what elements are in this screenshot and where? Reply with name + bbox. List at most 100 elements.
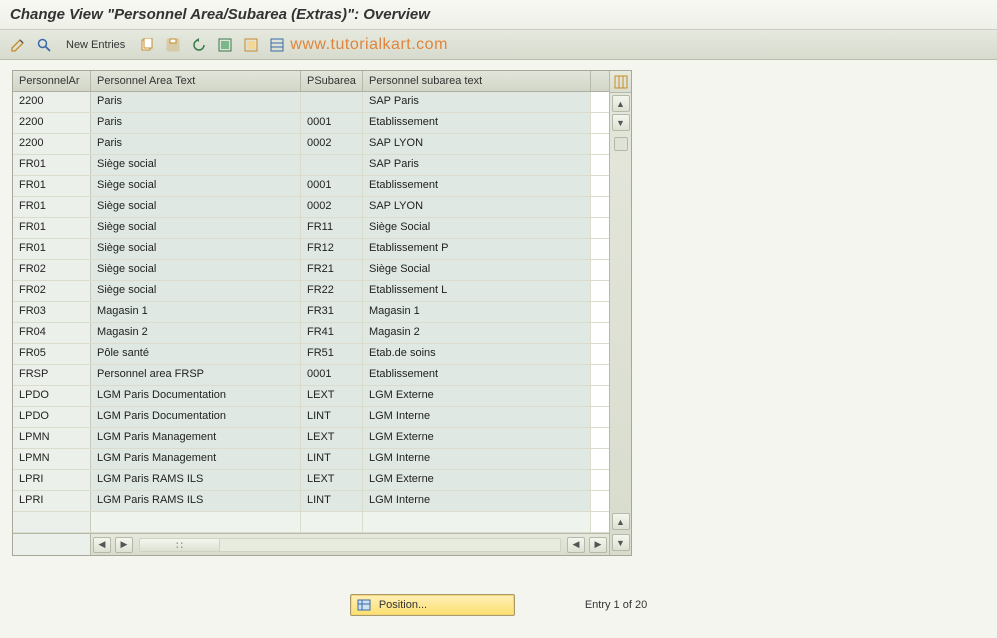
cell-pat[interactable]: Paris	[91, 113, 301, 133]
cell-pst[interactable]: Etablissement	[363, 176, 591, 196]
cell-pat[interactable]: LGM Paris Documentation	[91, 407, 301, 427]
cell-pa[interactable]: FR01	[13, 197, 91, 217]
toggle-display-change-icon[interactable]	[8, 35, 28, 55]
cell-pat[interactable]: Personnel area FRSP	[91, 365, 301, 385]
cell-ps[interactable]: FR51	[301, 344, 363, 364]
col-header-personnel-subarea-text[interactable]: Personnel subarea text	[363, 71, 591, 91]
cell-pa[interactable]: FR02	[13, 260, 91, 280]
cell-ps[interactable]: FR31	[301, 302, 363, 322]
col-header-personnel-area-text[interactable]: Personnel Area Text	[91, 71, 301, 91]
table-view-icon[interactable]	[267, 35, 287, 55]
cell-pst[interactable]: Etablissement	[363, 365, 591, 385]
cell-ps[interactable]: LINT	[301, 449, 363, 469]
cell-pa[interactable]: 2200	[13, 113, 91, 133]
cell-pst[interactable]: Magasin 1	[363, 302, 591, 322]
vscroll-up2-icon[interactable]: ▲	[612, 513, 630, 530]
cell-pst[interactable]: SAP Paris	[363, 92, 591, 112]
configure-columns-icon[interactable]	[610, 71, 631, 93]
cell-pst[interactable]: Etablissement P	[363, 239, 591, 259]
vscroll-down2-icon[interactable]: ▼	[612, 534, 630, 551]
cell-pat[interactable]: LGM Paris RAMS ILS	[91, 470, 301, 490]
cell-ps[interactable]: LEXT	[301, 470, 363, 490]
cell-ps[interactable]: LINT	[301, 407, 363, 427]
cell-pst[interactable]: Siège Social	[363, 260, 591, 280]
hscroll-right-arrow2-icon[interactable]: ▶	[589, 537, 607, 553]
cell-pat[interactable]: Paris	[91, 92, 301, 112]
table-row[interactable]: FR03Magasin 1FR31Magasin 1	[13, 302, 609, 323]
table-row[interactable]: 2200Paris SAP Paris	[13, 92, 609, 113]
cell-pat[interactable]: LGM Paris Management	[91, 449, 301, 469]
table-row[interactable]: LPRILGM Paris RAMS ILSLEXTLGM Externe	[13, 470, 609, 491]
cell-pat[interactable]: Magasin 2	[91, 323, 301, 343]
position-button[interactable]: Position...	[350, 594, 515, 616]
table-row[interactable]: FR05Pôle santéFR51Etab.de soins	[13, 344, 609, 365]
cell-ps[interactable]: 0002	[301, 197, 363, 217]
table-row[interactable]: FR01Siège socialSAP Paris	[13, 155, 609, 176]
col-header-personnel-area[interactable]: PersonnelAr	[13, 71, 91, 91]
cell-pst[interactable]: Etab.de soins	[363, 344, 591, 364]
cell-pat[interactable]: Pôle santé	[91, 344, 301, 364]
select-all-icon[interactable]	[215, 35, 235, 55]
cell-pst[interactable]: LGM Interne	[363, 407, 591, 427]
hscroll-left-arrow-icon[interactable]: ◀	[93, 537, 111, 553]
cell-pst[interactable]: Magasin 2	[363, 323, 591, 343]
vscroll-track[interactable]: ▲ ▼ ▲ ▼	[610, 93, 631, 555]
hscroll-track[interactable]: ∷	[139, 538, 561, 552]
cell-pat[interactable]: Siège social	[91, 281, 301, 301]
table-row[interactable]: LPDOLGM Paris DocumentationLEXTLGM Exter…	[13, 386, 609, 407]
cell-ps[interactable]: LEXT	[301, 428, 363, 448]
table-row[interactable]: FR01Siège social0001Etablissement	[13, 176, 609, 197]
hscroll-right-arrow-icon[interactable]: ▶	[115, 537, 133, 553]
table-row[interactable]: FR02Siège socialFR22Etablissement L	[13, 281, 609, 302]
cell-pat[interactable]: LGM Paris Documentation	[91, 386, 301, 406]
cell-ps[interactable]: FR22	[301, 281, 363, 301]
cell-pa[interactable]: FR01	[13, 155, 91, 175]
cell-ps[interactable]	[301, 92, 363, 112]
new-entries-button[interactable]: New Entries	[60, 37, 131, 53]
copy-as-icon[interactable]	[137, 35, 157, 55]
cell-pa[interactable]: FR04	[13, 323, 91, 343]
hscroll-left-arrow2-icon[interactable]: ◀	[567, 537, 585, 553]
cell-ps[interactable]: 0002	[301, 134, 363, 154]
cell-pa[interactable]: FR01	[13, 218, 91, 238]
col-header-psubarea[interactable]: PSubarea	[301, 71, 363, 91]
table-row[interactable]: FR02Siège socialFR21Siège Social	[13, 260, 609, 281]
cell-pat[interactable]: LGM Paris RAMS ILS	[91, 491, 301, 511]
table-row[interactable]: LPDOLGM Paris DocumentationLINTLGM Inter…	[13, 407, 609, 428]
cell-ps[interactable]: FR41	[301, 323, 363, 343]
undo-icon[interactable]	[189, 35, 209, 55]
table-row[interactable]: 2200Paris0002SAP LYON	[13, 134, 609, 155]
deselect-all-icon[interactable]	[241, 35, 261, 55]
table-row[interactable]: 2200Paris0001Etablissement	[13, 113, 609, 134]
cell-pa[interactable]: FR02	[13, 281, 91, 301]
cell-ps[interactable]: FR21	[301, 260, 363, 280]
cell-ps[interactable]: FR11	[301, 218, 363, 238]
cell-pst[interactable]: LGM Interne	[363, 491, 591, 511]
hscroll-thumb[interactable]: ∷	[140, 539, 220, 551]
vscroll-up-icon[interactable]: ▲	[612, 95, 630, 112]
cell-pa[interactable]: LPRI	[13, 491, 91, 511]
cell-ps[interactable]: FR12	[301, 239, 363, 259]
cell-pat[interactable]: Magasin 1	[91, 302, 301, 322]
save-icon[interactable]	[163, 35, 183, 55]
cell-pst[interactable]: LGM Interne	[363, 449, 591, 469]
cell-pst[interactable]: SAP LYON	[363, 197, 591, 217]
find-icon[interactable]	[34, 35, 54, 55]
table-row[interactable]: FR01Siège socialFR12Etablissement P	[13, 239, 609, 260]
cell-pat[interactable]: Siège social	[91, 155, 301, 175]
cell-pst[interactable]: Siège Social	[363, 218, 591, 238]
cell-pa[interactable]: 2200	[13, 92, 91, 112]
cell-pa[interactable]: FR05	[13, 344, 91, 364]
cell-pst[interactable]: SAP LYON	[363, 134, 591, 154]
cell-pa[interactable]: FR01	[13, 239, 91, 259]
cell-pa[interactable]: LPMN	[13, 449, 91, 469]
cell-pat[interactable]: Siège social	[91, 218, 301, 238]
cell-ps[interactable]: LEXT	[301, 386, 363, 406]
vscroll-down-icon[interactable]: ▼	[612, 114, 630, 131]
cell-pa[interactable]: 2200	[13, 134, 91, 154]
table-row[interactable]: FRSPPersonnel area FRSP0001Etablissement	[13, 365, 609, 386]
cell-pa[interactable]: LPMN	[13, 428, 91, 448]
cell-pat[interactable]: Paris	[91, 134, 301, 154]
cell-ps[interactable]: 0001	[301, 113, 363, 133]
table-row[interactable]: LPMNLGM Paris ManagementLINTLGM Interne	[13, 449, 609, 470]
